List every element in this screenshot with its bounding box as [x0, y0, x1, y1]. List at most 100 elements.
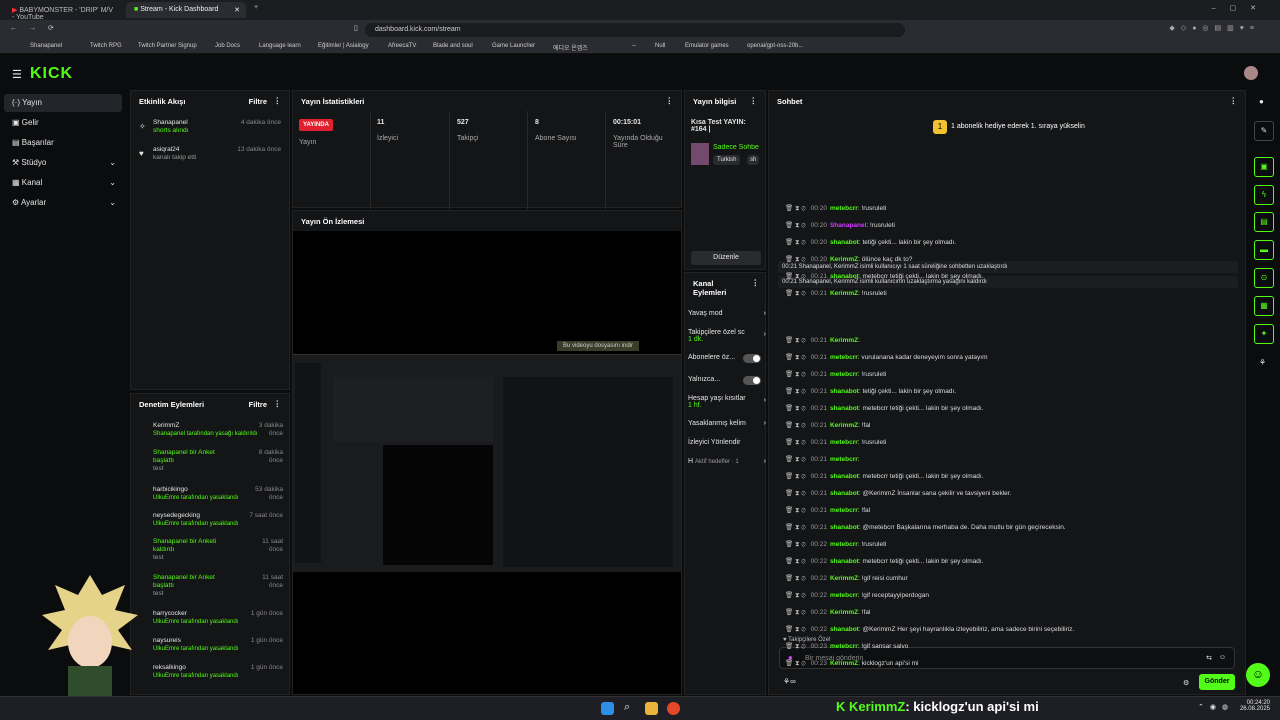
window-controls[interactable]: –▢✕	[1212, 4, 1270, 12]
action-account-age[interactable]: Hesap yaşı kısıtlar 1 hf. ›	[688, 395, 766, 409]
chat-username[interactable]: KerimmZ	[830, 290, 858, 297]
emotes-only-toggle[interactable]	[743, 376, 761, 385]
action-slow-mode[interactable]: Yavaş mod ›	[688, 310, 766, 317]
chat-username[interactable]: metebcrr	[830, 643, 858, 650]
browser-icon[interactable]	[667, 702, 680, 715]
gear-icon[interactable]: ⚙	[1183, 679, 1189, 687]
chat-message[interactable]: 🗑 ⧗ ⊘ 00:21 metebcrr: vurulanana kadar den…	[785, 353, 988, 362]
chat-message[interactable]: 🗑 ⧗ ⊘ 00:20 metebcrr: !rusruleti	[785, 204, 886, 213]
bookmark-item[interactable]: Twitch RPG	[90, 43, 122, 49]
mod-action-icons[interactable]: 🗑 ⧗ ⊘	[785, 609, 806, 616]
chat-bubble-icon[interactable]: ▬	[1254, 240, 1274, 260]
more-icon[interactable]: ⚘	[1259, 358, 1266, 367]
bookmark-item[interactable]: Twitch Partner Signup	[138, 43, 197, 49]
tab-youtube[interactable]: ▶ BABYMONSTER - 'DRIP' M/V - YouTube	[4, 2, 122, 21]
mod-action-icons[interactable]: 🗑 ⧗ ⊘	[785, 337, 806, 344]
mod-action-icons[interactable]: 🗑 ⧗ ⊘	[785, 354, 806, 361]
chat-message[interactable]: 🗑 ⧗ ⊘ 00:21 KerimmZ:	[785, 336, 860, 345]
dashboard-icon[interactable]: ▣	[1254, 157, 1274, 177]
bolt-icon[interactable]: ϟ	[1254, 185, 1274, 205]
nav-studyo[interactable]: ⚒ Stüdyo ⌄	[4, 154, 122, 172]
kebab-icon[interactable]: ⋮	[752, 278, 760, 287]
broadcast-icon[interactable]: ⊙	[1254, 268, 1274, 288]
chat-message[interactable]: 🗑 ⧗ ⊘ 00:22 metebcrr: !rusruleti	[785, 540, 886, 549]
mod-action-icons[interactable]: 🗑 ⧗ ⊘	[785, 490, 806, 497]
info-icon[interactable]: ●	[1259, 97, 1264, 106]
kebab-icon[interactable]: ⋮	[666, 96, 674, 105]
mod-action-icons[interactable]: 🗑 ⧗ ⊘	[785, 541, 806, 548]
filter-button[interactable]: Filtre	[249, 97, 267, 106]
nav-yayin[interactable]: (·) Yayın	[4, 94, 122, 112]
mod-action-icons[interactable]: 🗑 ⧗ ⊘	[785, 371, 806, 378]
mod-action-icons[interactable]: 🗑 ⧗ ⊘	[785, 558, 806, 565]
extension-icons[interactable]: ◆◇●◎▤▥♥≡	[1169, 24, 1260, 32]
mod-action-icons[interactable]: 🗑 ⧗ ⊘	[785, 388, 806, 395]
chat-message[interactable]: 🗑 ⧗ ⊘ 00:21 metebcrr: !rusruleti	[785, 438, 886, 447]
tray-icons[interactable]: ⌃◉◍	[1198, 703, 1234, 711]
menu-icon[interactable]: ☰	[12, 68, 22, 81]
chat-username[interactable]: KerimmZ	[830, 337, 858, 344]
chat-message[interactable]: 🗑 ⧗ ⊘ 00:21 shanabot: @metebcrr Başkaların…	[785, 523, 1066, 532]
chat-username[interactable]: metebcrr	[830, 439, 858, 446]
mod-action-icons[interactable]: 🗑 ⧗ ⊘	[785, 524, 806, 531]
download-tooltip[interactable]: Bu videoyu dosyasını indir	[557, 341, 640, 351]
chat-username[interactable]: shanabot	[830, 558, 859, 565]
chat-username[interactable]: KerimmZ	[830, 422, 858, 429]
chat-username[interactable]: Shanapanel	[830, 222, 866, 229]
chat-username[interactable]: shanabot	[830, 473, 859, 480]
chat-message[interactable]: 🗑 ⧗ ⊘ 00:22 shanabot: @KerimmZ Her şeyi ha…	[785, 625, 1074, 634]
chat-message[interactable]: 🗑 ⧗ ⊘ 00:21 metebcrr: !fal	[785, 506, 870, 515]
action-followers-only[interactable]: Takipçilere özel sc 1 dk. ›	[688, 329, 766, 343]
chat-message[interactable]: 🗑 ⧗ ⊘ 00:21 KerimmZ: !fal	[785, 421, 870, 430]
mod-action-icons[interactable]: 🗑 ⧗ ⊘	[785, 626, 806, 633]
chat-message[interactable]: 🗑 ⧗ ⊘ 00:20 shanabot: tetiği çekti... laki…	[785, 238, 956, 247]
mod-action-icons[interactable]: 🗑 ⧗ ⊘	[785, 456, 806, 463]
filter-button[interactable]: Filtre	[249, 400, 267, 409]
mod-action-icons[interactable]: 🗑 ⧗ ⊘	[785, 643, 806, 650]
mod-action-icons[interactable]: 🗑 ⧗ ⊘	[785, 660, 806, 667]
wrench-icon[interactable]: ✦	[1254, 324, 1274, 344]
bookmark-item[interactable]: openai/gpt-oss-20b...	[747, 43, 803, 49]
subscribers-only-toggle[interactable]	[743, 354, 761, 363]
chat-username[interactable]: KerimmZ	[830, 575, 858, 582]
clipboard-icon[interactable]: ▤	[1254, 212, 1274, 232]
mod-action-icons[interactable]: 🗑 ⧗ ⊘	[785, 507, 806, 514]
avatar[interactable]	[1244, 66, 1258, 80]
bookmark-item[interactable]: 에디오 온앱즈	[553, 43, 588, 52]
chat-username[interactable]: shanabot	[830, 405, 859, 412]
category-name[interactable]: Sadece Sohbe	[713, 144, 761, 151]
kebab-icon[interactable]: ⋮	[274, 96, 282, 105]
nav-gelir[interactable]: ▣ Gelir	[4, 114, 122, 132]
mod-action-icons[interactable]: 🗑 ⧗ ⊘	[785, 239, 806, 246]
search-icon[interactable]: ⌕	[624, 701, 630, 714]
bookmark-item[interactable]: Language learn	[259, 43, 301, 49]
bookmark-item[interactable]: Job Docs	[215, 43, 240, 49]
mod-action-icons[interactable]: 🗑 ⧗ ⊘	[785, 405, 806, 412]
bookmark-item[interactable]: Null	[655, 43, 665, 49]
chat-message[interactable]: 🗑 ⧗ ⊘ 00:20 KerimmZ: ölünce kaç dk to?	[785, 255, 912, 264]
gift-banner[interactable]: 1 abonelik hediye ederek 1. sıraya yükse…	[951, 123, 1085, 130]
tab-kick-dashboard[interactable]: ■ Stream - Kick Dashboard ✕	[126, 2, 246, 18]
chat-username[interactable]: metebcrr	[830, 371, 858, 378]
bookmark-item[interactable]: Shanapanel	[30, 43, 62, 49]
chat-message[interactable]: 🗑 ⧗ ⊘ 00:21 shanabot: metebcrr tetiği çekt…	[785, 404, 984, 413]
kebab-icon[interactable]: ⋮	[274, 399, 282, 408]
chat-message[interactable]: 🗑 ⧗ ⊘ 00:23 KerimmZ: kicklogz'un api'si mi	[785, 659, 918, 668]
mod-action-icons[interactable]: 🗑 ⧗ ⊘	[785, 290, 806, 297]
mod-action-icons[interactable]: 🗑 ⧗ ⊘	[785, 422, 806, 429]
bookmark-item[interactable]: Game Launcher	[492, 43, 535, 49]
action-goals[interactable]: H Aktif hedefler · 1 ›	[688, 458, 766, 465]
mod-action-icons[interactable]: 🗑 ⧗ ⊘	[785, 222, 806, 229]
chat-username[interactable]: metebcrr	[830, 507, 858, 514]
preview-video[interactable]	[293, 354, 681, 572]
chat-username[interactable]: shanabot	[830, 490, 859, 497]
chat-message[interactable]: 🗑 ⧗ ⊘ 00:22 metebcrr: !gif receptayyiperdo…	[785, 591, 929, 600]
chat-message[interactable]: 🗑 ⧗ ⊘ 00:22 KerimmZ: !gif reisi cumhur	[785, 574, 908, 583]
mod-action-icons[interactable]: 🗑 ⧗ ⊘	[785, 273, 806, 280]
chat-message[interactable]: 🗑 ⧗ ⊘ 00:20 Shanapanel: !rusruleti	[785, 221, 895, 230]
mod-action-icons[interactable]: 🗑 ⧗ ⊘	[785, 473, 806, 480]
pencil-icon[interactable]: ✎	[1254, 121, 1274, 141]
help-fab[interactable]: ☺	[1246, 663, 1270, 687]
nav-kanal[interactable]: ▦ Kanal ⌄	[4, 174, 122, 192]
bookmark-item[interactable]: Emulator games	[685, 43, 729, 49]
